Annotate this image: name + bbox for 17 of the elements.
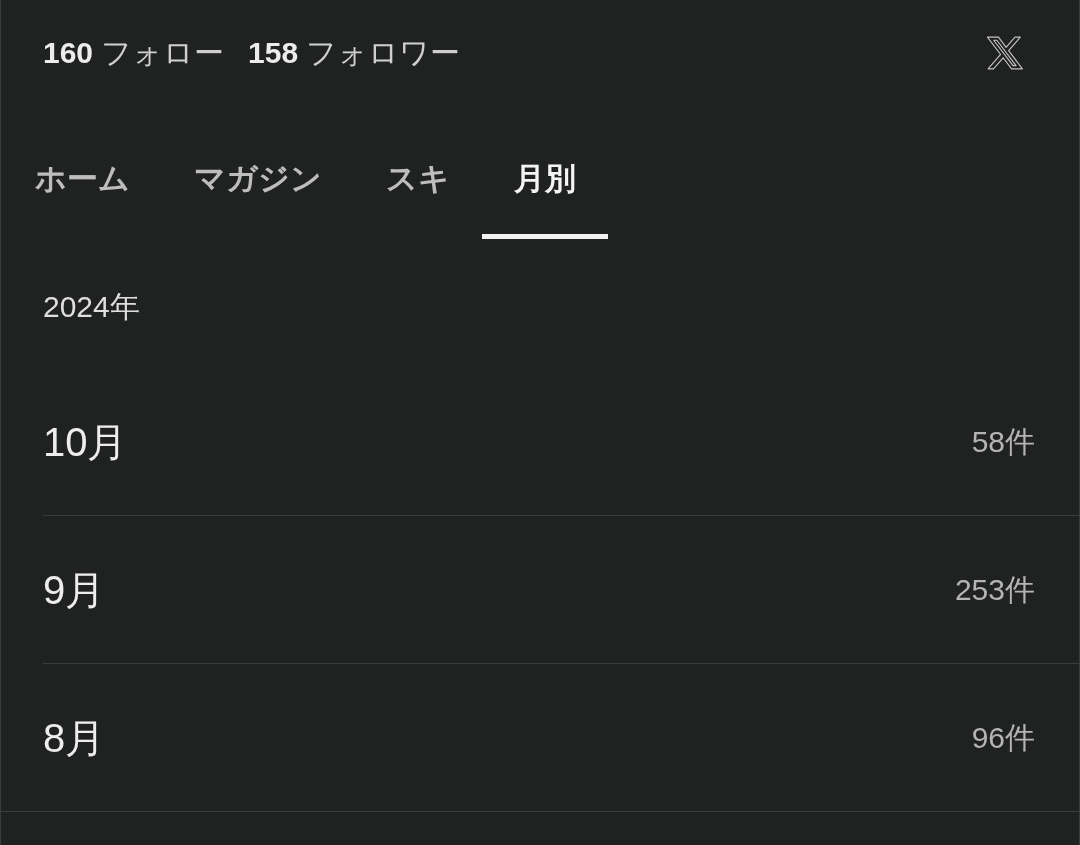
month-label: 9月: [43, 566, 106, 614]
tab[interactable]: マガジン: [162, 125, 354, 239]
follow-count-link[interactable]: 158 フォロワー: [248, 30, 461, 75]
tab[interactable]: スキ: [354, 125, 482, 239]
year-heading: 2024年: [43, 289, 140, 325]
month-label: 8月: [43, 714, 106, 762]
post-count: 58件: [971, 424, 1035, 460]
tab[interactable]: 月別: [482, 125, 608, 239]
month-label: 10月: [43, 418, 128, 466]
tab[interactable]: ホーム: [3, 125, 162, 239]
month-row[interactable]: 8月 96件: [43, 664, 1079, 811]
x-logo-icon[interactable]: [987, 35, 1023, 70]
post-count: 96件: [971, 720, 1035, 756]
follow-count-link[interactable]: 160 フォロー: [43, 30, 225, 75]
month-row[interactable]: 9月 253件: [43, 516, 1079, 664]
month-row[interactable]: 10月 58件: [43, 368, 1079, 516]
post-count: 253件: [954, 572, 1035, 608]
